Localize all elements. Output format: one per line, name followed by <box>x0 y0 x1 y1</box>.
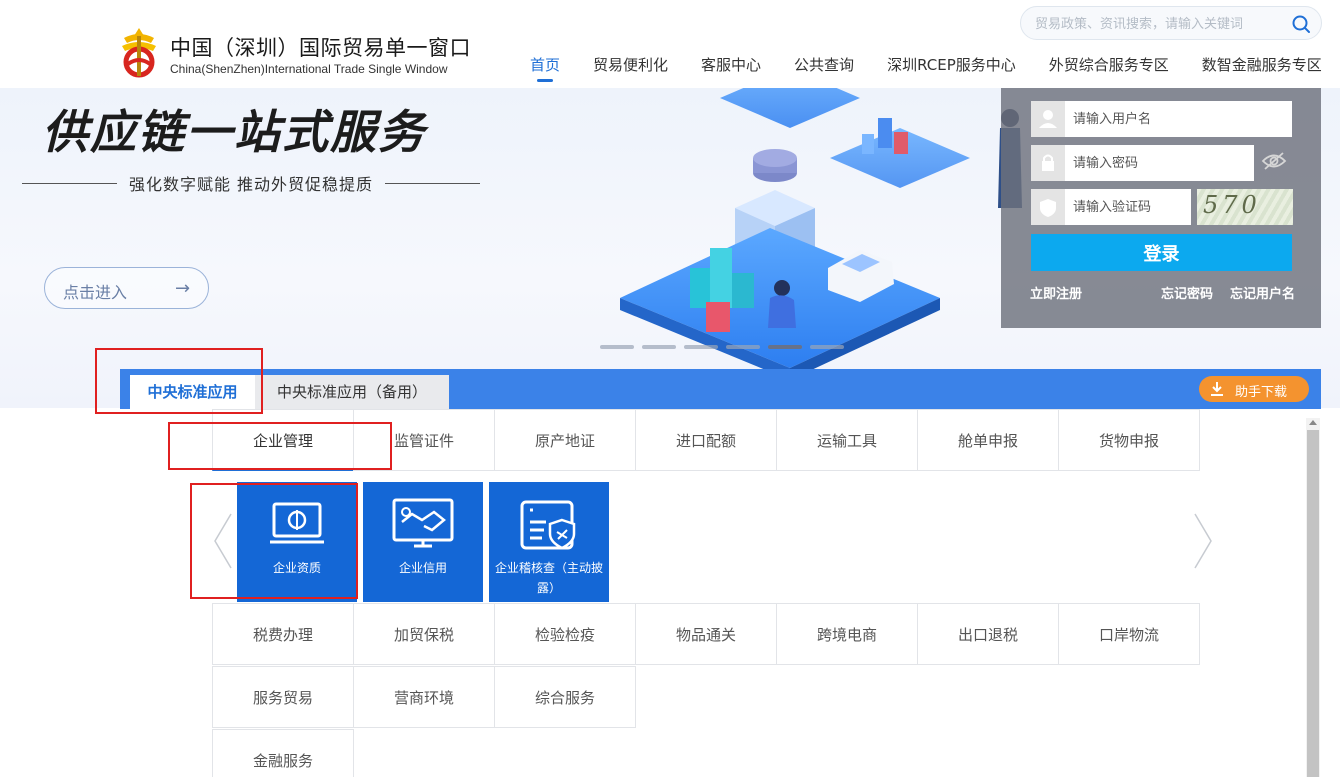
category-processing-trade-bonded[interactable]: 加贸保税 <box>353 603 495 665</box>
category-articles-clearance[interactable]: 物品通关 <box>635 603 777 665</box>
tile-enterprise-audit[interactable]: 企业稽核查（主动披露） <box>489 482 609 602</box>
tile-label: 企业稽核查（主动披露） <box>494 561 603 595</box>
captcha-image[interactable]: 570 <box>1197 189 1293 225</box>
category-service-trade[interactable]: 服务贸易 <box>212 666 354 728</box>
carousel-dot[interactable] <box>810 345 844 349</box>
captcha-text: 570 <box>1203 191 1261 219</box>
nav-trade-facilitation[interactable]: 贸易便利化 <box>593 54 668 78</box>
site-title: 中国（深圳）国际贸易单一窗口 <box>170 36 471 60</box>
category-regulatory-certificates[interactable]: 监管证件 <box>353 409 495 471</box>
nav-foreign-trade-services[interactable]: 外贸综合服务专区 <box>1049 54 1169 78</box>
site-subtitle-en: China(ShenZhen)International Trade Singl… <box>170 62 448 76</box>
category-comprehensive-services[interactable]: 综合服务 <box>494 666 636 728</box>
forgot-password-link[interactable]: 忘记密码 <box>1161 283 1213 302</box>
eye-hidden-icon[interactable] <box>1261 152 1287 170</box>
category-port-logistics[interactable]: 口岸物流 <box>1058 603 1200 665</box>
divider-line <box>22 182 117 184</box>
chevron-left-icon[interactable] <box>212 512 234 570</box>
enter-button[interactable]: 点击进入 → <box>44 267 209 309</box>
application-tab-bar: 中央标准应用 中央标准应用（备用） 助手下载 <box>120 369 1321 409</box>
hero-banner: 供应链一站式服务 强化数字赋能 推动外贸促稳提质 点击进入 → 请输入用户名 请… <box>0 88 1340 408</box>
user-icon <box>1031 101 1065 137</box>
category-export-tax-refund[interactable]: 出口退税 <box>917 603 1059 665</box>
carousel-indicators <box>600 345 852 349</box>
category-import-quota[interactable]: 进口配额 <box>635 409 777 471</box>
category-row: 金融服务 <box>212 729 354 777</box>
document-shield-icon <box>520 500 576 550</box>
tab-central-standard[interactable]: 中央标准应用 <box>130 375 255 409</box>
nav-digital-finance[interactable]: 数智金融服务专区 <box>1202 54 1322 78</box>
category-manifest[interactable]: 舱单申报 <box>917 409 1059 471</box>
captcha-field <box>1031 189 1191 225</box>
tile-label: 企业资质 <box>272 561 321 575</box>
download-icon <box>1211 382 1223 396</box>
customs-logo-icon[interactable] <box>118 26 160 78</box>
password-field <box>1031 145 1254 181</box>
category-financial-services[interactable]: 金融服务 <box>212 729 354 777</box>
carousel-dot[interactable] <box>684 345 718 349</box>
category-row: 税费办理 加贸保税 检验检疫 物品通关 跨境电商 出口退税 口岸物流 <box>212 603 1200 665</box>
nav-rcep-center[interactable]: 深圳RCEP服务中心 <box>887 54 1016 78</box>
category-row: 企业管理 监管证件 原产地证 进口配额 运输工具 舱单申报 货物申报 <box>212 409 1200 471</box>
register-link[interactable]: 立即注册 <box>1030 283 1082 302</box>
search-input[interactable] <box>1035 14 1275 34</box>
category-row: 服务贸易 营商环境 综合服务 <box>212 666 636 728</box>
divider-line <box>385 182 480 184</box>
password-input[interactable] <box>1073 153 1243 173</box>
category-certificate-of-origin[interactable]: 原产地证 <box>494 409 636 471</box>
forgot-username-link[interactable]: 忘记用户名 <box>1230 283 1295 302</box>
category-tax-fees[interactable]: 税费办理 <box>212 603 354 665</box>
shield-icon <box>1031 189 1065 225</box>
category-transport[interactable]: 运输工具 <box>776 409 918 471</box>
tab-central-standard-backup[interactable]: 中央标准应用（备用） <box>255 375 449 409</box>
category-inspection-quarantine[interactable]: 检验检疫 <box>494 603 636 665</box>
search-icon[interactable] <box>1291 14 1311 34</box>
arrow-right-icon: → <box>175 278 191 299</box>
monitor-logo-icon <box>270 502 324 544</box>
supply-chain-illustration <box>620 88 1022 380</box>
username-field <box>1031 101 1292 137</box>
banner-title: 供应链一站式服务 <box>42 105 426 159</box>
carousel-dot-active[interactable] <box>768 345 802 349</box>
category-cross-border-ecommerce[interactable]: 跨境电商 <box>776 603 918 665</box>
tile-label: 企业信用 <box>398 561 447 575</box>
login-button[interactable]: 登录 <box>1031 234 1292 271</box>
helper-download-label: 助手下载 <box>1235 385 1288 400</box>
main-nav: 首页 贸易便利化 客服中心 公共查询 深圳RCEP服务中心 外贸综合服务专区 数… <box>530 54 1322 82</box>
search-box <box>1020 6 1322 40</box>
nav-public-query[interactable]: 公共查询 <box>794 54 854 78</box>
helper-download-button[interactable]: 助手下载 <box>1199 376 1309 402</box>
captcha-input[interactable] <box>1073 197 1185 217</box>
category-enterprise-management[interactable]: 企业管理 <box>212 409 354 471</box>
tile-enterprise-credit[interactable]: 企业信用 <box>363 482 483 602</box>
banner-subtitle-text: 强化数字赋能 推动外贸促稳提质 <box>128 175 374 194</box>
scrollbar-thumb[interactable] <box>1307 430 1319 777</box>
login-panel: 570 登录 立即注册 忘记密码 忘记用户名 <box>1001 88 1321 328</box>
service-tiles: 企业资质 企业信用 企业稽核查（主动披露） <box>237 482 615 602</box>
handshake-icon <box>392 498 454 548</box>
chevron-right-icon[interactable] <box>1192 512 1214 570</box>
category-business-environment[interactable]: 营商环境 <box>353 666 495 728</box>
carousel-dot[interactable] <box>642 345 676 349</box>
nav-home[interactable]: 首页 <box>530 54 560 82</box>
carousel-dot[interactable] <box>726 345 760 349</box>
category-goods-declaration[interactable]: 货物申报 <box>1058 409 1200 471</box>
tile-enterprise-qualification[interactable]: 企业资质 <box>237 482 357 602</box>
username-input[interactable] <box>1073 109 1273 129</box>
enter-button-label: 点击进入 <box>63 283 128 302</box>
scroll-up-icon[interactable] <box>1309 420 1317 425</box>
nav-customer-service[interactable]: 客服中心 <box>701 54 761 78</box>
banner-subtitle: 强化数字赋能 推动外贸促稳提质 <box>22 171 480 195</box>
lock-icon <box>1031 145 1065 181</box>
carousel-dot[interactable] <box>600 345 634 349</box>
site-header: 中国（深圳）国际贸易单一窗口 China(ShenZhen)Internatio… <box>0 0 1340 88</box>
